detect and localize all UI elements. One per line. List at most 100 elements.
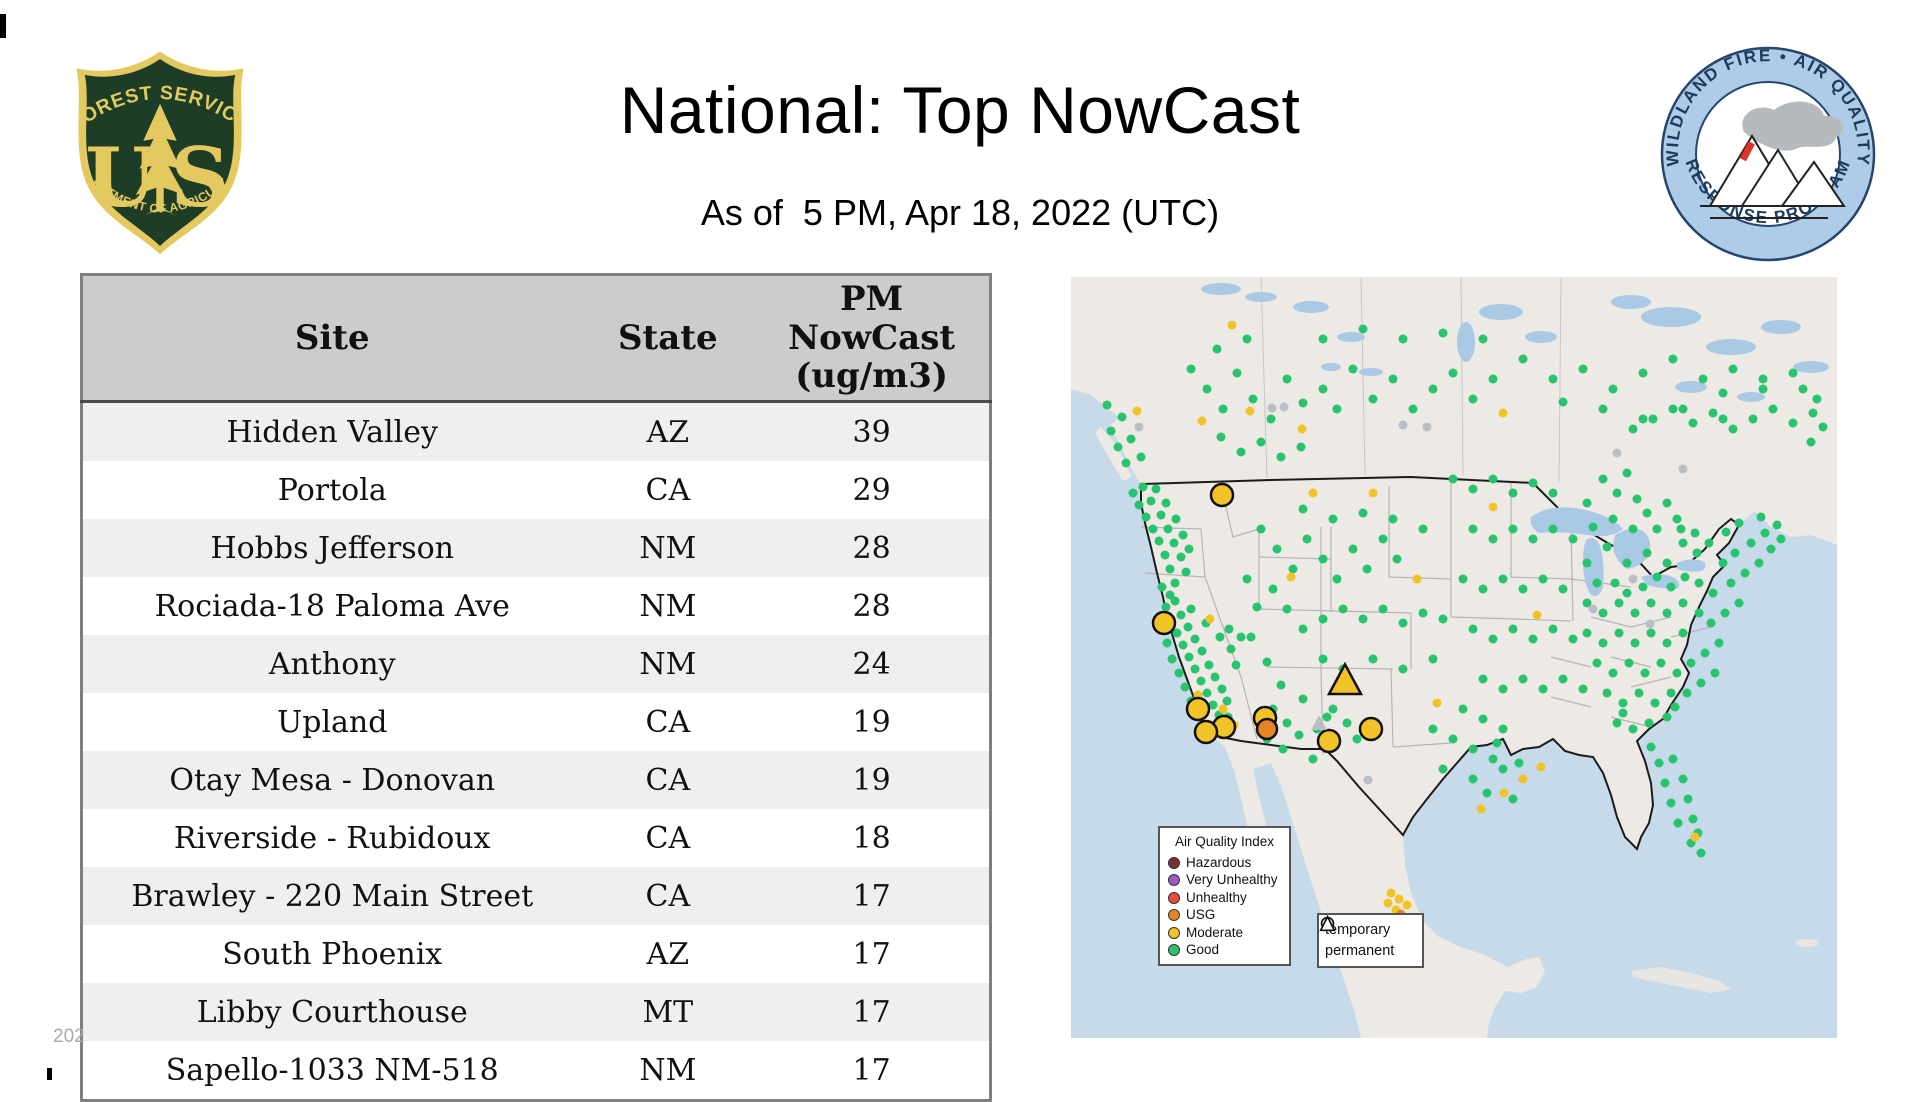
site-cell: South Phoenix (81, 925, 582, 983)
monitor-dot (1582, 628, 1592, 638)
monitor-dot (1458, 574, 1468, 584)
monitor-dot (1673, 818, 1683, 828)
monitor-dot (1614, 598, 1624, 608)
monitor-dot (1318, 334, 1328, 344)
state-cell: AZ (581, 925, 755, 983)
monitor-dot (1666, 798, 1676, 808)
aqi-legend-item: Hazardous (1168, 854, 1281, 872)
monitor-dot (1758, 384, 1768, 394)
state-cell: CA (581, 461, 755, 519)
monitor-dot (1318, 614, 1328, 624)
monitor-dot (1718, 558, 1728, 568)
monitor-dot (1498, 684, 1508, 694)
monitor-dot (1726, 578, 1736, 588)
aqi-legend-label: Very Unhealthy (1186, 872, 1278, 888)
monitor-dot (1518, 354, 1528, 364)
monitor-dot (1528, 478, 1538, 488)
column-header-site: Site (81, 274, 582, 403)
monitor-dot (1678, 464, 1688, 474)
monitor-dot (1734, 598, 1744, 608)
monitor-dot (1624, 658, 1634, 668)
monitor-dot (1183, 622, 1193, 632)
monitor-dot (1696, 848, 1706, 858)
island (1795, 939, 1819, 947)
temporary-monitor-marker (1209, 482, 1235, 508)
monitor-dot (1161, 498, 1171, 508)
monitor-dot (1138, 482, 1148, 492)
monitor-dot (1686, 658, 1696, 668)
monitor-dot (1630, 638, 1640, 648)
monitor-dot (1672, 668, 1682, 678)
monitor-dot (1592, 578, 1602, 588)
monitor-dot (1428, 654, 1438, 664)
monitor-dot (1548, 624, 1558, 634)
monitor-dot (1662, 498, 1672, 508)
site-cell: Otay Mesa - Donovan (81, 751, 582, 809)
table-row: Sapello-1033 NM-518 NM 17 (81, 1041, 991, 1101)
monitor-dot (1210, 672, 1220, 682)
monitor-dot (1730, 548, 1740, 558)
monitor-dot (1202, 384, 1212, 394)
monitor-dot (1630, 608, 1640, 618)
value-cell: 17 (754, 983, 991, 1041)
state-cell: NM (581, 577, 755, 635)
state-cell: CA (581, 867, 755, 925)
monitor-dot (1468, 744, 1478, 754)
state-cell: NM (581, 1041, 755, 1101)
site-cell: Sapello-1033 NM-518 (81, 1041, 582, 1101)
page-title: National: Top NowCast (619, 73, 1301, 147)
monitor-dot (1468, 524, 1478, 534)
column-header-pm-nowcast: PM NowCast (ug/m3) (754, 274, 991, 403)
monitor-dot (1718, 388, 1728, 398)
state-cell: MT (581, 983, 755, 1041)
table-row: Hidden Valley AZ 39 (81, 401, 991, 461)
monitor-dot (1644, 718, 1654, 728)
monitor-dot (1612, 718, 1622, 728)
monitor-dot (1788, 368, 1798, 378)
monitor-dot (1806, 437, 1816, 447)
monitor-dot (1632, 494, 1642, 504)
monitor-dot (1448, 734, 1458, 744)
monitor-type-label: permanent (1325, 942, 1395, 959)
monitor-dot (1392, 554, 1402, 564)
monitor-dot (1634, 688, 1644, 698)
monitor-dot (1518, 674, 1528, 684)
monitor-dot (1798, 384, 1808, 394)
monitor-dot (1588, 604, 1598, 614)
monitor-dot (1582, 558, 1592, 568)
monitor-dot (1666, 582, 1676, 592)
monitor-dot (1734, 518, 1744, 528)
monitor-dot (1488, 374, 1498, 384)
monitor-dot (1708, 588, 1718, 598)
monitor-dot (1548, 488, 1558, 498)
monitor-dot (1578, 684, 1588, 694)
aqi-legend-item: Very Unhealthy (1168, 871, 1281, 889)
state-cell: AZ (581, 401, 755, 461)
monitor-dot (1808, 408, 1818, 418)
temporary-monitor-marker (1151, 610, 1177, 636)
monitor-dot (1296, 442, 1306, 452)
value-cell: 28 (754, 519, 991, 577)
monitor-dot (1622, 588, 1632, 598)
monitor-dot (1363, 775, 1373, 785)
monitor-dot (1279, 402, 1289, 412)
monitor-dot (1698, 374, 1708, 384)
monitor-dot (1568, 534, 1578, 544)
moderate-dot-icon (1168, 926, 1180, 939)
monitor-dot (1276, 452, 1286, 462)
monitor-dot (1468, 394, 1478, 404)
edge-artifact-bottom (47, 1068, 52, 1080)
monitor-dot (1181, 567, 1191, 577)
monitor-dot (1246, 632, 1256, 642)
monitor-dot (1598, 638, 1608, 648)
monitor-dot (1518, 584, 1528, 594)
monitor-dot (1818, 422, 1828, 432)
monitor-dot (1628, 574, 1638, 584)
monitor-dot (1714, 638, 1724, 648)
monitor-dot (1768, 404, 1778, 414)
monitor-dot (1602, 688, 1612, 698)
monitor-dot (1650, 698, 1660, 708)
monitor-dot (1628, 724, 1638, 734)
monitor-dot (1318, 554, 1328, 564)
aqi-legend-label: USG (1186, 907, 1216, 923)
